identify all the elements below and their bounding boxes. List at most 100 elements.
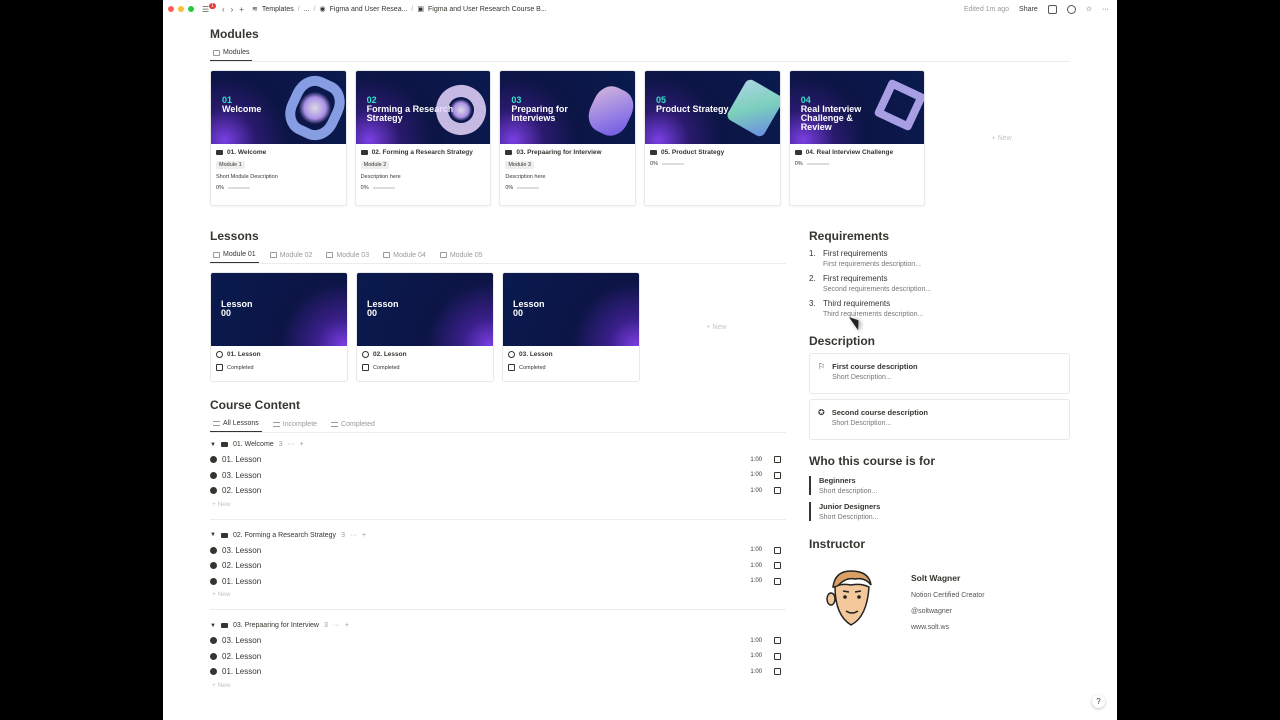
module-card[interactable]: 05 Product Strategy 05. Product Strategy… (644, 70, 781, 206)
completed-checkbox[interactable] (508, 364, 515, 371)
add-icon[interactable]: + (345, 622, 349, 629)
tab-module-05[interactable]: Module 05 (437, 249, 486, 263)
instructor-handle[interactable]: @soltwagner (911, 608, 985, 615)
tab-module-01[interactable]: Module 01 (210, 249, 259, 263)
tab-module-03[interactable]: Module 03 (323, 249, 372, 263)
frame-3d-graphic (873, 78, 925, 132)
lesson-row[interactable]: 02. Lesson 1:00 (210, 558, 786, 574)
group-header[interactable]: ▼ 02. Forming a Research Strategy 3 ··· + (210, 532, 786, 539)
tab-label: Incomplete (282, 420, 318, 428)
completed-checkbox[interactable] (774, 668, 781, 676)
completed-checkbox[interactable] (216, 364, 223, 371)
group-header[interactable]: ▼ 01. Welcome 3 ··· + (210, 441, 786, 448)
lesson-duration: 1:00 (750, 578, 762, 585)
new-label: New (712, 323, 727, 331)
tab-all-lessons[interactable]: All Lessons (210, 418, 262, 432)
lesson-row-name: 03. Lesson (222, 545, 262, 555)
lesson-duration: 1:00 (750, 637, 762, 644)
audience-item[interactable]: Beginners Short description... (809, 476, 1070, 495)
requirement-item[interactable]: 2. First requirements (809, 274, 1070, 283)
completed-checkbox[interactable] (774, 637, 781, 645)
completed-checkbox[interactable] (774, 577, 781, 585)
maximize-window-button[interactable] (188, 6, 194, 12)
share-button[interactable]: Share (1019, 6, 1038, 13)
lesson-row[interactable]: 01. Lesson 1:00 (210, 664, 786, 680)
new-row-button[interactable]: + New (212, 591, 786, 598)
lesson-row[interactable]: 01. Lesson 1:00 (210, 574, 786, 590)
help-button[interactable]: ? (1092, 695, 1105, 708)
module-card[interactable]: 04 Real Interview Challenge & Review 04.… (788, 70, 926, 206)
collapse-triangle-icon[interactable]: ▼ (210, 442, 216, 448)
tab-module-02[interactable]: Module 02 (267, 249, 316, 263)
breadcrumb-current[interactable]: Figma and User Research Course B... (428, 6, 547, 13)
new-module-button[interactable]: + New (933, 70, 1070, 206)
tab-modules-gallery[interactable]: Modules (210, 47, 253, 61)
sidebar-menu-icon[interactable]: ☰ (202, 5, 209, 14)
module-cover: 04 Real Interview Challenge & Review (789, 71, 925, 144)
more-options-icon[interactable]: ··· (1102, 6, 1109, 13)
completed-checkbox[interactable] (362, 364, 369, 371)
more-options-icon[interactable]: ··· (333, 622, 340, 629)
new-row-button[interactable]: + New (212, 682, 786, 689)
gallery-icon (213, 251, 220, 258)
more-options-icon[interactable]: ··· (350, 532, 357, 539)
requirement-item[interactable]: 3. Third requirements (809, 299, 1070, 308)
completed-checkbox[interactable] (774, 562, 781, 570)
requirement-item[interactable]: 1. First requirements (809, 249, 1070, 258)
collapse-triangle-icon[interactable]: ▼ (210, 532, 216, 538)
lesson-duration: 1:00 (750, 487, 762, 494)
tab-label: Completed (341, 420, 375, 428)
tab-label: Modules (223, 49, 250, 56)
lesson-card[interactable]: Lesson 00 02. Lesson Completed (356, 272, 494, 382)
breadcrumb-ellipsis[interactable]: ... (304, 6, 310, 13)
breadcrumb-parent[interactable]: Figma and User Resea... (330, 6, 408, 13)
lesson-row[interactable]: 02. Lesson 1:00 (210, 649, 786, 665)
list-icon (272, 421, 280, 427)
completed-checkbox[interactable] (774, 652, 781, 660)
instructor-website[interactable]: www.solt.ws (911, 624, 985, 631)
notification-badge: 1 (209, 3, 216, 9)
forward-icon[interactable]: › (231, 5, 234, 14)
audience-item[interactable]: Junior Designers Short Description... (809, 502, 1070, 521)
lesson-card[interactable]: Lesson 00 01. Lesson Completed (210, 272, 348, 382)
history-icon[interactable] (1066, 4, 1076, 14)
module-card[interactable]: 02 Forming a Research Strategy 02. Formi… (354, 70, 492, 206)
favorite-star-icon[interactable]: ☆ (1086, 5, 1092, 13)
add-page-icon[interactable]: + (239, 5, 244, 14)
description-card[interactable]: ⚐ First course description Short Descript… (809, 353, 1070, 394)
module-card[interactable]: 03 Preparing for Interviews 03. Prepaari… (499, 70, 637, 206)
tab-incomplete[interactable]: Incomplete (270, 418, 320, 432)
lesson-card[interactable]: Lesson 00 03. Lesson Completed (502, 272, 640, 382)
add-icon[interactable]: + (362, 532, 366, 539)
completed-checkbox[interactable] (774, 487, 781, 495)
collapse-triangle-icon[interactable]: ▼ (210, 623, 216, 629)
group-header[interactable]: ▼ 03. Prepaaring for Interview 3 ··· + (210, 622, 786, 629)
instructor-avatar (826, 570, 872, 626)
completed-label: Completed (227, 364, 254, 371)
tab-completed[interactable]: Completed (328, 418, 378, 432)
new-label: New (217, 681, 231, 689)
more-options-icon[interactable]: ··· (288, 441, 295, 448)
comments-icon[interactable] (1047, 4, 1057, 14)
module-cover-title: Real Interview Challenge & Review (800, 104, 862, 132)
completed-checkbox[interactable] (774, 456, 781, 464)
back-icon[interactable]: ‹ (222, 5, 225, 14)
completed-checkbox[interactable] (774, 546, 781, 554)
add-icon[interactable]: + (300, 441, 304, 448)
gallery-icon (213, 49, 220, 56)
new-lesson-button[interactable]: + New (648, 272, 785, 382)
lesson-row[interactable]: 03. Lesson 1:00 (210, 468, 786, 484)
lesson-row[interactable]: 02. Lesson 1:00 (210, 483, 786, 499)
description-card[interactable]: ✪ Second course description Short Descrip… (809, 399, 1070, 440)
lesson-row[interactable]: 01. Lesson 1:00 (210, 452, 786, 468)
completed-checkbox[interactable] (774, 471, 781, 479)
tab-label: Module 02 (279, 251, 313, 259)
close-window-button[interactable] (168, 6, 174, 12)
lesson-row[interactable]: 03. Lesson 1:00 (210, 633, 786, 649)
minimize-window-button[interactable] (178, 6, 184, 12)
lesson-row[interactable]: 03. Lesson 1:00 (210, 543, 786, 559)
module-card[interactable]: 01 Welcome 01. Welcome Module 1 Short Mo… (210, 70, 347, 206)
tab-module-04[interactable]: Module 04 (380, 249, 429, 263)
new-row-button[interactable]: + New (212, 501, 786, 508)
breadcrumb-templates[interactable]: Templates (262, 6, 294, 13)
